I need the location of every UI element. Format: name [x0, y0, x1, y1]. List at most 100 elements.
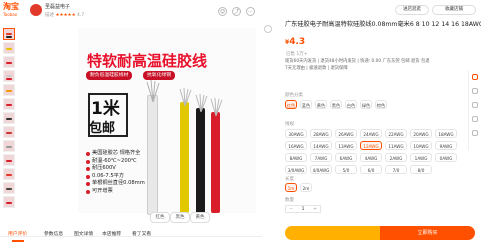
- tab-active-underline: [12, 240, 24, 242]
- spec-item: 单根铜丝直径0.08mm: [86, 180, 145, 188]
- share-icon[interactable]: ⤴: [232, 7, 241, 16]
- thumbnail[interactable]: [3, 168, 15, 180]
- color-option[interactable]: 绿色: [360, 100, 372, 109]
- tab-reviews[interactable]: 用户评价: [8, 230, 27, 237]
- thumbnail[interactable]: [3, 126, 15, 138]
- size-option[interactable]: 18AWG: [435, 129, 457, 138]
- size-option[interactable]: 2AWG: [385, 153, 407, 162]
- thumbnail[interactable]: [3, 70, 15, 82]
- size-option[interactable]: 8AWG: [285, 153, 307, 162]
- size-option[interactable]: 14AWG: [310, 141, 332, 150]
- settings-icon[interactable]: [264, 25, 272, 33]
- size-option[interactable]: 0AWG: [435, 153, 457, 162]
- image-color-tab[interactable]: 黑色: [170, 212, 190, 223]
- image-color-tab[interactable]: 黄色: [190, 212, 210, 223]
- size-option[interactable]: 7/0: [385, 165, 407, 174]
- cart-icon[interactable]: [472, 74, 478, 80]
- color-section-label: 颜色分类: [285, 93, 303, 98]
- logo-text-cn: 淘宝: [3, 2, 19, 11]
- wire-strands-icon: [210, 98, 223, 116]
- size-option[interactable]: 10AWG: [410, 141, 432, 150]
- service-icon[interactable]: ☺: [218, 7, 227, 16]
- more-icon[interactable]: ⋯: [246, 7, 255, 16]
- service-icon[interactable]: [472, 88, 478, 94]
- thumbnail[interactable]: [3, 182, 15, 194]
- color-option[interactable]: 黄色: [315, 100, 327, 109]
- shop-avatar[interactable]: [30, 4, 42, 16]
- thumbnail[interactable]: [3, 84, 15, 96]
- feedback-icon[interactable]: [472, 116, 478, 122]
- size-option[interactable]: 13AWG: [335, 141, 357, 150]
- thumbnail[interactable]: [3, 42, 15, 54]
- plus-icon[interactable]: +: [310, 206, 320, 213]
- size-option[interactable]: 24AWG: [360, 129, 382, 138]
- spec-item: 可开增票: [86, 188, 145, 196]
- color-option[interactable]: 红色: [285, 100, 297, 109]
- size-option[interactable]: 26AWG: [335, 129, 357, 138]
- tab-divider: [0, 236, 262, 237]
- enter-shop-button[interactable]: 进店逛逛: [395, 5, 429, 15]
- thumbnail[interactable]: [3, 56, 15, 68]
- spec-item: 美国硅胶芯 规格齐全: [86, 150, 145, 158]
- size-option[interactable]: 7AWG: [310, 153, 332, 162]
- thumbnail[interactable]: [3, 154, 15, 166]
- size-option[interactable]: 11AWG: [385, 141, 407, 150]
- size-option[interactable]: 6AWG: [335, 153, 357, 162]
- shipping-info: 现货60天内发货 | 退货48小时内发货 | 快递: 0.00 广东东莞 包邮 …: [285, 59, 430, 64]
- thumbnail-list: [3, 28, 16, 210]
- size-option[interactable]: 28AWG: [310, 129, 332, 138]
- wire-black: [196, 108, 205, 213]
- tab-params[interactable]: 参数信息: [44, 230, 63, 237]
- image-color-tab[interactable]: 红色: [150, 212, 170, 223]
- wire-strands-icon: [195, 94, 208, 112]
- size-option[interactable]: 16AWG: [285, 141, 307, 150]
- spec-item: 耐压600V: [86, 165, 145, 173]
- tab-details[interactable]: 图文详情: [74, 230, 93, 237]
- add-to-cart-button[interactable]: [285, 226, 380, 240]
- size-option[interactable]: 22AWG: [385, 129, 407, 138]
- tab-see-more[interactable]: 看了又看: [132, 230, 151, 237]
- thumbnail[interactable]: [3, 140, 15, 152]
- color-option[interactable]: 棕色: [375, 100, 387, 109]
- buy-now-button[interactable]: 立即购买: [380, 226, 475, 240]
- size-option[interactable]: 4AWG: [360, 153, 382, 162]
- image-badge-text: 包邮: [89, 121, 116, 136]
- minus-icon[interactable]: −: [286, 206, 296, 213]
- size-option[interactable]: 9AWG: [435, 141, 457, 150]
- thumbnail[interactable]: [3, 196, 15, 208]
- thumbnail[interactable]: [3, 28, 15, 40]
- color-option[interactable]: 黑色: [330, 100, 342, 109]
- thumbnail[interactable]: [3, 98, 15, 110]
- shop-rating-label: 描述: [45, 13, 54, 18]
- size-option[interactable]: 8/0: [410, 165, 432, 174]
- price-value: 4.3: [289, 37, 306, 47]
- size-option[interactable]: 4/0AWG: [310, 165, 332, 174]
- color-option[interactable]: 蓝色: [300, 100, 312, 109]
- image-tag: 耐负低温硅胶线材: [86, 71, 133, 80]
- thumbnail[interactable]: [3, 112, 15, 124]
- size-option[interactable]: 5/0: [335, 165, 357, 174]
- size-option[interactable]: 20AWG: [410, 129, 432, 138]
- collect-shop-button[interactable]: 收藏店铺: [432, 5, 476, 15]
- size-section-label: 线规: [285, 122, 294, 127]
- size-option[interactable]: 3/0AWG: [285, 165, 307, 174]
- length-option[interactable]: 1m: [285, 183, 297, 192]
- wire-strands-icon: [146, 80, 160, 102]
- length-section-label: 长度: [285, 177, 294, 182]
- size-option[interactable]: 6/0: [360, 165, 382, 174]
- length-option[interactable]: 2m: [300, 183, 312, 192]
- right-side-toolbar: [468, 70, 481, 150]
- shop-name[interactable]: 圣磊益电子: [45, 3, 70, 10]
- spec-list: 美国硅胶芯 规格齐全 耐温-60℃~200℃ 耐压600V 0.06-7.5平方…: [86, 150, 145, 196]
- favorite-icon[interactable]: [472, 102, 478, 108]
- size-option[interactable]: 12AWG: [360, 141, 382, 150]
- quantity-value[interactable]: 1: [298, 206, 308, 213]
- size-option[interactable]: 30AWG: [285, 129, 307, 138]
- size-option[interactable]: 1AWG: [410, 153, 432, 162]
- top-icon[interactable]: [472, 130, 478, 136]
- color-option[interactable]: 白色: [345, 100, 357, 109]
- tab-recommend[interactable]: 本店推荐: [102, 230, 121, 237]
- quantity-section-label: 数量: [285, 198, 294, 203]
- quantity-stepper[interactable]: − 1 +: [285, 205, 321, 213]
- taobao-logo[interactable]: 淘宝 Taobao: [3, 2, 25, 22]
